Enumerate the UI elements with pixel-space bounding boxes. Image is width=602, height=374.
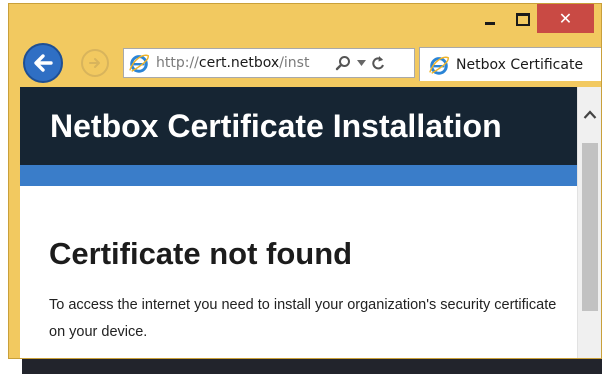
scroll-thumb[interactable] bbox=[582, 143, 598, 311]
scroll-up-arrow-icon bbox=[583, 109, 597, 119]
search-icon bbox=[335, 56, 350, 71]
url-text[interactable]: http://cert.netbox/inst bbox=[156, 55, 330, 71]
page-body-text: To access the internet you need to insta… bbox=[49, 297, 557, 340]
maximize-icon bbox=[516, 12, 530, 26]
tab-netbox-certificate[interactable]: Netbox Certificate bbox=[419, 47, 601, 81]
url-host: cert.netbox bbox=[198, 55, 280, 71]
refresh-button[interactable] bbox=[368, 52, 388, 74]
navigation-row: http://cert.netbox/inst Netbox Certifica… bbox=[9, 40, 601, 88]
accent-strip bbox=[20, 165, 577, 186]
page-header: Netbox Certificate Installation bbox=[20, 87, 577, 165]
tab-label: Netbox Certificate bbox=[456, 56, 584, 73]
scroll-up-button[interactable] bbox=[578, 87, 601, 141]
page-content: Netbox Certificate Installation Certific… bbox=[20, 87, 601, 358]
close-icon: ✕ bbox=[558, 9, 573, 28]
back-button[interactable] bbox=[23, 43, 63, 83]
forward-button[interactable] bbox=[81, 49, 109, 77]
ie-logo-icon bbox=[129, 54, 149, 73]
vertical-scrollbar[interactable] bbox=[577, 87, 601, 358]
forward-arrow-icon bbox=[89, 58, 100, 68]
title-bar: ✕ bbox=[9, 4, 601, 40]
page-header-title: Netbox Certificate Installation bbox=[50, 107, 502, 144]
screenshot-stage: ✕ http://cert.netbox/inst Netbox Certifi… bbox=[0, 0, 602, 374]
address-bar[interactable]: http://cert.netbox/inst bbox=[123, 48, 415, 78]
page-heading: Certificate not found bbox=[49, 236, 353, 271]
url-path: /inst bbox=[279, 55, 310, 71]
refresh-icon bbox=[372, 56, 384, 70]
search-button[interactable] bbox=[332, 52, 354, 74]
minimize-icon bbox=[485, 21, 495, 25]
address-dropdown-button[interactable] bbox=[354, 52, 368, 74]
taskbar-edge bbox=[22, 359, 602, 374]
chevron-down-icon bbox=[356, 60, 366, 66]
back-arrow-icon bbox=[34, 54, 53, 72]
close-button[interactable]: ✕ bbox=[537, 4, 594, 33]
minimize-button[interactable] bbox=[471, 4, 509, 34]
tab-ie-logo-icon bbox=[429, 56, 449, 75]
browser-window: ✕ http://cert.netbox/inst Netbox Certifi… bbox=[8, 3, 602, 359]
maximize-button[interactable] bbox=[509, 4, 537, 34]
url-scheme: http:// bbox=[156, 55, 199, 71]
